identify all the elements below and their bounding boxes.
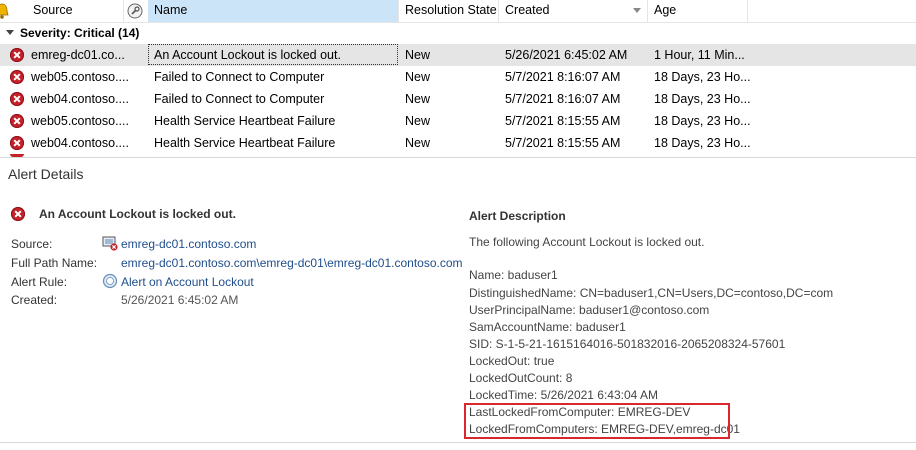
full-path-value: emreg-dc01.contoso.com\emreg-dc01\emreg-… (121, 256, 463, 270)
label-alert-rule: Alert Rule: (11, 275, 68, 289)
description-line: LockedOutCount: 8 (469, 371, 573, 385)
description-line: LockedOut: true (469, 354, 555, 368)
source-link[interactable]: emreg-dc01.contoso.com (121, 237, 256, 251)
critical-error-icon (10, 114, 24, 128)
table-row[interactable]: emreg-dc01.co... An Account Lockout is l… (0, 44, 916, 66)
highlight-annotation-box (464, 403, 730, 439)
alert-critical-icon (11, 207, 25, 221)
label-created: Created: (11, 293, 58, 307)
critical-error-icon (10, 48, 24, 62)
cell-created: 5/26/2021 6:45:02 AM (505, 48, 628, 62)
label-full-path: Full Path Name: (11, 256, 98, 270)
created-value: 5/26/2021 6:45:02 AM (121, 293, 239, 307)
details-pane-title: Alert Details (8, 166, 84, 182)
cell-source: web04.contoso.... (31, 136, 129, 150)
cell-created: 5/7/2021 8:16:07 AM (505, 92, 621, 106)
description-line: UserPrincipalName: baduser1@contoso.com (469, 303, 710, 317)
computer-error-icon (102, 235, 118, 251)
description-line: SID: S-1-5-21-1615164016-501832016-20652… (469, 337, 786, 351)
cell-name: Failed to Connect to Computer (154, 92, 325, 106)
search-icon[interactable] (126, 2, 144, 20)
description-line: DistinguishedName: CN=baduser1,CN=Users,… (469, 286, 834, 300)
collapse-triangle-icon[interactable] (6, 30, 14, 35)
alert-name: An Account Lockout is locked out. (39, 207, 236, 221)
cell-age: 18 Days, 23 Ho... (654, 136, 751, 150)
alert-rule-link[interactable]: Alert on Account Lockout (121, 275, 254, 289)
column-resolution-state[interactable]: Resolution State (399, 0, 499, 22)
cell-state: New (405, 70, 431, 84)
description-line: LockedTime: 5/26/2021 6:43:04 AM (469, 388, 659, 402)
table-row[interactable]: web04.contoso.... Health Service Heartbe… (0, 132, 916, 154)
cell-state: New (405, 114, 431, 128)
critical-error-icon (10, 136, 24, 150)
cell-name: Health Service Heartbeat Failure (154, 136, 336, 150)
cell-state: New (405, 92, 431, 106)
alert-bell-icon (0, 2, 10, 20)
cell-created: 5/7/2021 8:15:55 AM (505, 114, 621, 128)
cell-state: New (405, 136, 431, 150)
critical-error-icon (10, 70, 24, 84)
cell-name: Health Service Heartbeat Failure (154, 114, 336, 128)
cell-age: 1 Hour, 11 Min... (654, 48, 745, 62)
description-heading: Alert Description (469, 209, 566, 223)
rule-icon (102, 273, 118, 289)
cell-age: 18 Days, 23 Ho... (654, 92, 751, 106)
group-header-label: Severity: Critical (14) (20, 26, 140, 40)
cell-created: 5/7/2021 8:15:55 AM (505, 136, 621, 150)
cell-state: New (405, 48, 431, 62)
cell-age: 18 Days, 23 Ho... (654, 114, 751, 128)
column-age[interactable]: Age (648, 0, 748, 22)
group-header-critical[interactable]: Severity: Critical (14) (0, 23, 916, 43)
description-intro: The following Account Lockout is locked … (469, 235, 705, 249)
table-row[interactable]: web05.contoso.... Health Service Heartbe… (0, 110, 916, 132)
table-row[interactable]: web05.contoso.... Failed to Connect to C… (0, 66, 916, 88)
column-created-label: Created (505, 3, 550, 17)
table-row[interactable]: web04.contoso.... Failed to Connect to C… (0, 88, 916, 110)
full-path-rest: \emreg-dc01.contoso.com (323, 256, 463, 270)
full-path-link[interactable]: emreg-dc01.contoso.com\emreg-dc01 (121, 256, 324, 270)
cell-source: web05.contoso.... (31, 114, 129, 128)
critical-error-icon (10, 92, 24, 106)
column-name[interactable]: Name (148, 0, 399, 22)
description-line: SamAccountName: baduser1 (469, 320, 626, 334)
cell-created: 5/7/2021 8:16:07 AM (505, 70, 621, 84)
cell-age: 18 Days, 23 Ho... (654, 70, 751, 84)
column-created[interactable]: Created (499, 0, 648, 22)
column-source[interactable]: Source (27, 0, 124, 22)
focus-rectangle (148, 44, 398, 65)
bottom-divider (0, 442, 916, 443)
cell-source: web04.contoso.... (31, 92, 129, 106)
description-line: Name: baduser1 (469, 268, 558, 282)
sort-descending-icon (633, 8, 641, 13)
cell-source: web05.contoso.... (31, 70, 129, 84)
pane-splitter[interactable] (0, 157, 916, 158)
cell-name: Failed to Connect to Computer (154, 70, 325, 84)
label-source: Source: (11, 237, 53, 251)
cell-source: emreg-dc01.co... (31, 48, 125, 62)
